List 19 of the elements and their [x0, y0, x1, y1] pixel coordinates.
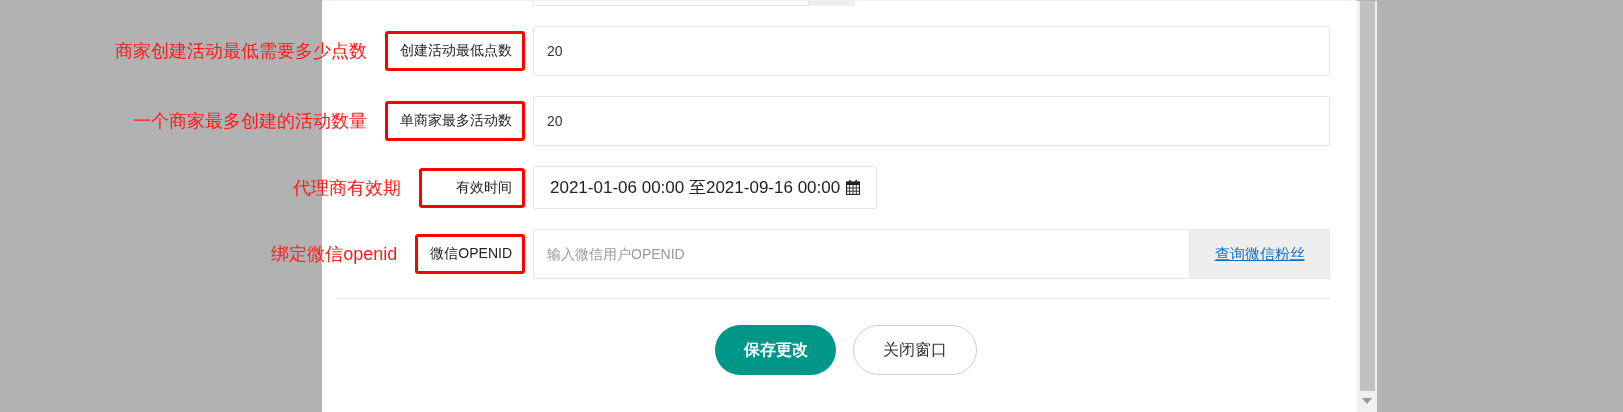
input-field[interactable]: 20: [533, 96, 1330, 146]
annotation-text: 商家创建活动最低需要多少点数: [115, 40, 367, 63]
input-field[interactable]: 输入微信用户OPENID: [533, 229, 1190, 279]
scroll-down-arrow-icon[interactable]: [1362, 398, 1372, 404]
highlighted-label: 创建活动最低点数: [385, 31, 525, 71]
date-range-field[interactable]: 2021-01-06 00:00 至2021-09-16 00:00: [533, 166, 878, 209]
save-button[interactable]: 保存更改: [715, 325, 836, 375]
input-field[interactable]: 20: [533, 26, 1330, 76]
annotation-text: 代理商有效期: [293, 176, 401, 200]
search-fans-link[interactable]: 查询微信粉丝: [1190, 229, 1330, 279]
highlighted-label: 单商家最多活动数: [385, 101, 525, 141]
scrollbar[interactable]: [1357, 1, 1377, 412]
close-button[interactable]: 关闭窗口: [853, 325, 977, 375]
highlighted-label: 有效时间: [419, 167, 525, 208]
annotation-text: 一个商家最多创建的活动数量: [133, 110, 367, 133]
calendar-icon: [846, 180, 861, 195]
input-field[interactable]: [533, 1, 809, 6]
annotation-text: 绑定微信openid: [271, 243, 398, 266]
highlighted-label: 微信OPENID: [415, 234, 525, 274]
